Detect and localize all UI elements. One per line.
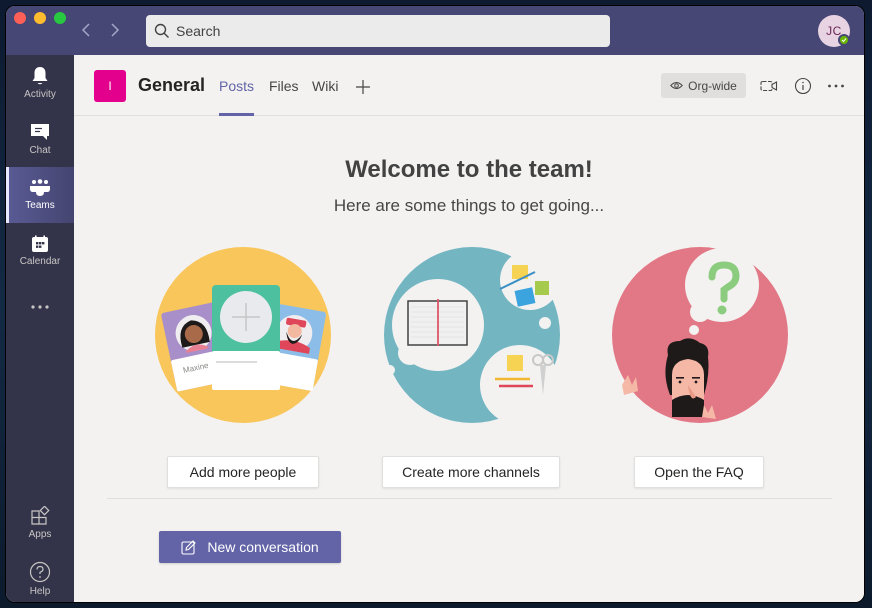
- welcome-subtitle: Here are some things to get going...: [333, 196, 605, 215]
- info-icon: [794, 77, 812, 95]
- org-wide-label: Org-wide: [688, 78, 737, 93]
- add-more-people-button[interactable]: Add more people: [167, 456, 319, 488]
- forward-button[interactable]: [107, 22, 123, 40]
- minimize-window-button[interactable]: [34, 12, 46, 24]
- rail-item-chat[interactable]: Chat: [6, 111, 74, 167]
- divider: [107, 498, 832, 499]
- back-button[interactable]: [78, 22, 94, 40]
- apps-icon: [31, 506, 50, 525]
- title-bar: Search JC: [6, 6, 864, 55]
- rail-item-apps[interactable]: Apps: [6, 495, 74, 551]
- rail-label: Calendar: [19, 256, 61, 267]
- org-wide-badge[interactable]: Org-wide: [661, 73, 746, 98]
- meet-now-button[interactable]: [758, 75, 780, 97]
- rail-label: Chat: [29, 145, 51, 156]
- help-icon: [29, 561, 51, 583]
- plus-icon: [356, 80, 370, 94]
- more-options-button[interactable]: [825, 75, 847, 97]
- channel-main: I General Posts Files Wiki Org-wide Welc…: [74, 55, 864, 602]
- rail-label: Teams: [25, 200, 55, 211]
- search-input[interactable]: Search: [146, 15, 610, 47]
- calendar-icon: [32, 235, 48, 252]
- rail-item-more[interactable]: [6, 279, 74, 335]
- rail-item-teams[interactable]: Teams: [6, 167, 74, 223]
- rail-label: Apps: [28, 529, 52, 540]
- rail-label: Activity: [24, 89, 56, 100]
- tab-files[interactable]: Files: [269, 78, 299, 116]
- window-controls: [14, 12, 66, 24]
- presence-badge: [838, 34, 850, 46]
- more-horizontal-icon: [828, 84, 844, 88]
- faq-illustration: [612, 247, 788, 423]
- open-faq-button[interactable]: Open the FAQ: [634, 456, 764, 488]
- chat-icon: [31, 124, 49, 140]
- close-window-button[interactable]: [14, 12, 26, 24]
- rail-item-help[interactable]: Help: [6, 551, 74, 602]
- chevron-left-icon: [81, 23, 90, 37]
- channel-name: General: [138, 75, 206, 95]
- eye-icon: [670, 82, 684, 89]
- maximize-window-button[interactable]: [54, 12, 66, 24]
- new-conversation-button[interactable]: New conversation: [159, 531, 341, 563]
- teams-icon: [30, 179, 50, 196]
- bell-icon: [32, 67, 48, 85]
- team-avatar[interactable]: I: [94, 70, 126, 102]
- teams-window: Search JC Activity Chat Teams Calendar A…: [6, 6, 864, 602]
- video-camera-icon: [760, 80, 778, 92]
- search-icon: [154, 23, 169, 38]
- team-initial: I: [108, 79, 112, 93]
- create-more-channels-button[interactable]: Create more channels: [382, 456, 560, 488]
- chevron-right-icon: [111, 23, 120, 37]
- tab-wiki[interactable]: Wiki: [312, 78, 338, 116]
- create-channels-illustration: [384, 247, 560, 425]
- tab-posts[interactable]: Posts: [219, 78, 255, 116]
- rail-item-calendar[interactable]: Calendar: [6, 223, 74, 279]
- check-icon: [841, 38, 847, 43]
- rail-item-activity[interactable]: Activity: [6, 55, 74, 111]
- rail-label: Help: [29, 586, 51, 597]
- welcome-title: Welcome to the team!: [345, 156, 593, 183]
- add-tab-button[interactable]: [356, 75, 370, 98]
- compose-icon: [181, 540, 197, 555]
- channel-header: I General Posts Files Wiki Org-wide: [74, 55, 864, 116]
- more-icon: [31, 305, 49, 309]
- new-conversation-label: New conversation: [207, 539, 319, 555]
- channel-info-button[interactable]: [792, 75, 814, 97]
- app-rail: Activity Chat Teams Calendar Apps Help: [6, 55, 74, 602]
- search-placeholder: Search: [176, 23, 221, 39]
- add-people-illustration: Maxine ky: [155, 247, 331, 423]
